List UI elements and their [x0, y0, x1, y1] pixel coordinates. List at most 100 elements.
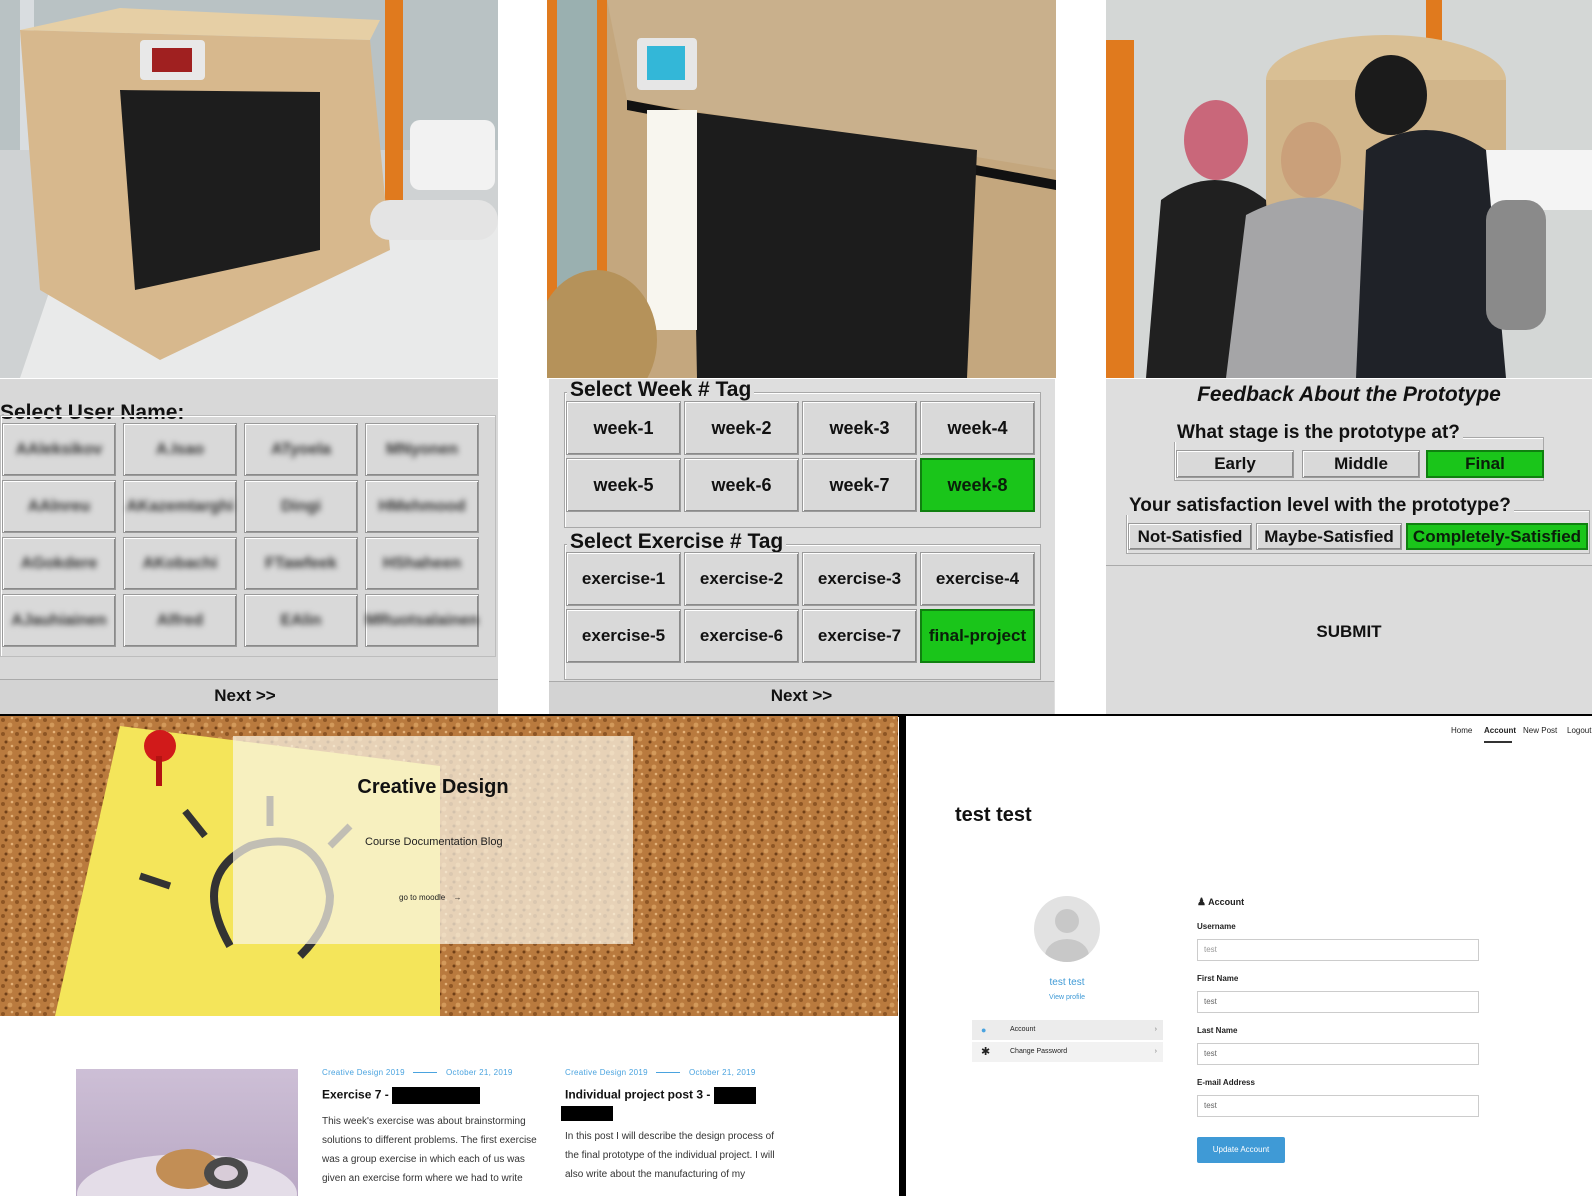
post-2-meta: Creative Design 2019 October 21, 2019 — [565, 1068, 795, 1077]
user-name-button-label: HShaheen — [382, 554, 462, 572]
meta-divider — [656, 1072, 681, 1074]
hero-moodle-link[interactable]: go to moodle → — [399, 893, 462, 902]
user-name-button-label: AKobachi — [142, 554, 218, 572]
user-name-button[interactable]: AGokdere — [2, 537, 116, 590]
user-icon: ● — [981, 1025, 987, 1035]
week-button-8[interactable]: week-8 — [920, 458, 1035, 512]
week-button-3[interactable]: week-3 — [802, 401, 917, 455]
profile-name-link[interactable]: test test — [1016, 977, 1118, 988]
satisfaction-button-not-satisfied[interactable]: Not-Satisfied — [1128, 523, 1252, 550]
last-name-field[interactable]: test — [1197, 1043, 1479, 1065]
user-name-button[interactable]: Alfred — [123, 594, 237, 647]
week-button-5[interactable]: week-5 — [566, 458, 681, 512]
tag-next-button[interactable]: Next >> — [549, 681, 1054, 711]
menu-item-account[interactable]: ● Account › — [972, 1020, 1163, 1042]
user-name-button[interactable]: AJauhiainen — [2, 594, 116, 647]
satisfaction-button-not-satisfied-label: Not-Satisfied — [1137, 526, 1243, 546]
post-2-redaction — [713, 1087, 756, 1104]
side-menu: ● Account › ✱ Change Password › — [972, 1020, 1163, 1062]
exercise-button-3[interactable]: exercise-3 — [802, 552, 917, 606]
satisfaction-button-completely-satisfied-label: Completely-Satisfied — [1412, 526, 1582, 546]
view-profile-link[interactable]: View profile — [1016, 994, 1118, 1001]
post-thumbnail[interactable] — [76, 1069, 298, 1196]
user-name-button[interactable]: AAlnreu — [2, 480, 116, 533]
satisfaction-button-completely-satisfied[interactable]: Completely-Satisfied — [1406, 523, 1588, 550]
email-field[interactable]: test — [1197, 1095, 1479, 1117]
stage-button-final[interactable]: Final — [1426, 450, 1544, 478]
exercise-button-7-label: exercise-7 — [817, 626, 902, 645]
week-button-2-label: week-2 — [711, 417, 772, 438]
week-button-4[interactable]: week-4 — [920, 401, 1035, 455]
user-name-button[interactable]: ATyoela — [244, 423, 358, 476]
exercise-button-2[interactable]: exercise-2 — [684, 552, 799, 606]
nav-home[interactable]: Home — [1451, 726, 1472, 735]
user-name-button-label: A.Isao — [155, 440, 204, 458]
post-1-line: was a group exercise in which each of us… — [322, 1154, 525, 1165]
week-button-4-label: week-4 — [947, 417, 1008, 438]
exercise-button-1-label: exercise-1 — [581, 569, 666, 588]
exercise-button-7[interactable]: exercise-7 — [802, 609, 917, 663]
username-field[interactable]: test — [1197, 939, 1479, 961]
user-name-button-label: HMehmood — [378, 497, 466, 515]
account-page: Home Account New Post Logout test test t… — [906, 716, 1592, 1196]
page-title: test test — [955, 804, 1032, 826]
post-card-1[interactable]: Creative Design 2019 October 21, 2019 Ex… — [322, 1068, 552, 1188]
exercise-button-1[interactable]: exercise-1 — [566, 552, 681, 606]
week-button-7[interactable]: week-7 — [802, 458, 917, 512]
user-name-button[interactable]: AAleksikov — [2, 423, 116, 476]
exercise-button-4-label: exercise-4 — [935, 569, 1020, 588]
chevron-right-icon: › — [1154, 1048, 1157, 1055]
post-1-line: This week's exercise was about brainstor… — [322, 1116, 526, 1127]
post-1-excerpt: This week's exercise was about brainstor… — [322, 1112, 552, 1188]
stage-button-middle[interactable]: Middle — [1302, 450, 1420, 478]
satisfaction-button-maybe-satisfied[interactable]: Maybe-Satisfied — [1256, 523, 1402, 550]
update-account-button[interactable]: Update Account — [1197, 1137, 1285, 1163]
menu-item-change-password[interactable]: ✱ Change Password › — [972, 1042, 1163, 1062]
exercise-button-8[interactable]: final-project — [920, 609, 1035, 663]
user-name-button[interactable]: Dingi — [244, 480, 358, 533]
week-button-7-label: week-7 — [829, 474, 890, 495]
post-2-date: October 21, 2019 — [689, 1068, 756, 1077]
user-name-button[interactable]: MNyonen — [365, 423, 479, 476]
photo-kiosk-front — [0, 0, 498, 378]
exercise-button-2-label: exercise-2 — [699, 569, 784, 588]
nav-logout[interactable]: Logout — [1567, 726, 1591, 735]
first-name-label: First Name — [1197, 974, 1239, 983]
user-name-button-label: AJauhiainen — [11, 611, 107, 629]
user-name-button[interactable]: AKobachi — [123, 537, 237, 590]
user-name-button[interactable]: FTawfeek — [244, 537, 358, 590]
week-button-8-label: week-8 — [947, 474, 1008, 495]
week-button-1[interactable]: week-1 — [566, 401, 681, 455]
satisfaction-question: Your satisfaction level with the prototy… — [1126, 496, 1514, 515]
exercise-button-4[interactable]: exercise-4 — [920, 552, 1035, 606]
arrow-right-icon: → — [453, 893, 462, 902]
exercise-button-6[interactable]: exercise-6 — [684, 609, 799, 663]
chevron-right-icon: › — [1154, 1026, 1157, 1033]
user-name-button[interactable]: HShaheen — [365, 537, 479, 590]
submit-button[interactable]: SUBMIT — [1106, 565, 1592, 714]
feedback-panel: Feedback About the Prototype What stage … — [1106, 379, 1592, 714]
post-2-redaction-2 — [561, 1106, 613, 1121]
hero-subtitle: Course Documentation Blog — [365, 836, 503, 848]
nav-account[interactable]: Account — [1484, 726, 1516, 735]
week-button-6[interactable]: week-6 — [684, 458, 799, 512]
user-name-button[interactable]: A.Isao — [123, 423, 237, 476]
week-button-2[interactable]: week-2 — [684, 401, 799, 455]
user-name-button[interactable]: AKazemtarghi — [123, 480, 237, 533]
user-name-button[interactable]: EAlin — [244, 594, 358, 647]
user-name-button[interactable]: MRuotsalainen — [365, 594, 479, 647]
user-name-button[interactable]: HMehmood — [365, 480, 479, 533]
submit-label: SUBMIT — [1316, 622, 1382, 641]
exercise-button-6-label: exercise-6 — [699, 626, 784, 645]
nav-new-post[interactable]: New Post — [1523, 726, 1557, 735]
post-1-title-row: Exercise 7 - — [322, 1087, 552, 1104]
stage-button-early[interactable]: Early — [1176, 450, 1294, 478]
nav-active-underline — [1484, 741, 1512, 743]
user-next-button[interactable]: Next >> — [0, 681, 490, 711]
exercise-button-5[interactable]: exercise-5 — [566, 609, 681, 663]
post-card-2[interactable]: Creative Design 2019 October 21, 2019 In… — [561, 1068, 795, 1184]
account-section-title: Account — [1208, 897, 1245, 907]
post-2-category: Creative Design 2019 — [565, 1068, 648, 1077]
post-1-redaction — [392, 1087, 481, 1104]
first-name-field[interactable]: test — [1197, 991, 1479, 1013]
